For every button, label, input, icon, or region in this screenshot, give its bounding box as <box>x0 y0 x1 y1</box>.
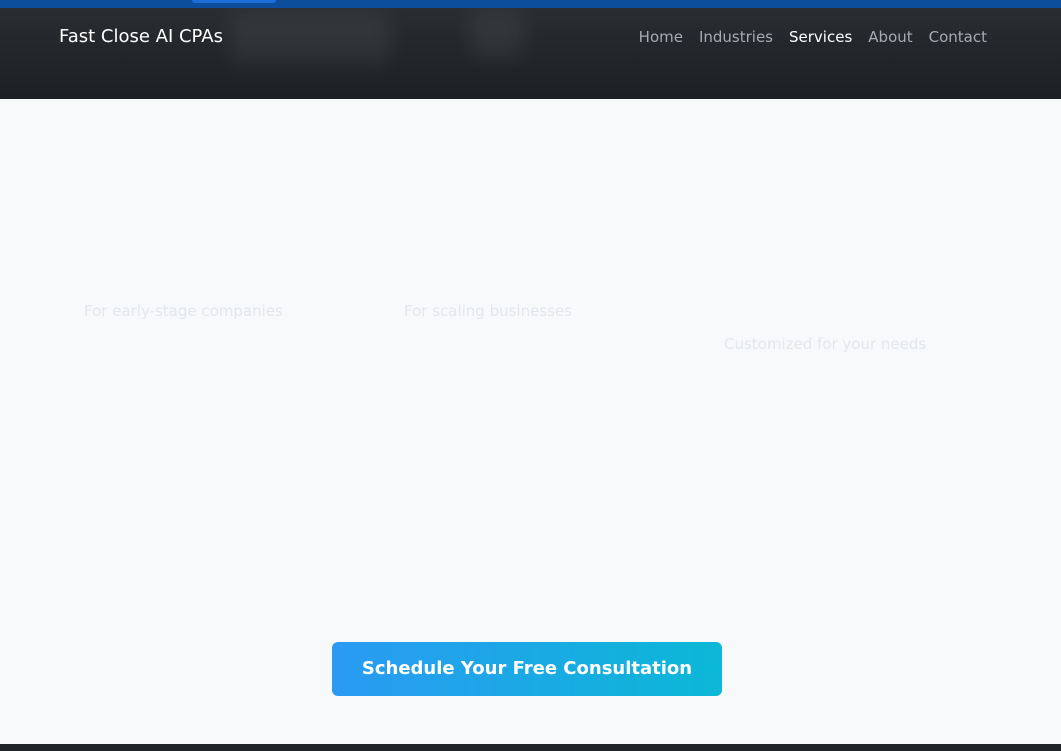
brand-link[interactable]: Fast Close AI CPAs <box>59 25 223 49</box>
nav-about[interactable]: About <box>868 26 912 48</box>
schedule-consultation-button[interactable]: Schedule Your Free Consultation <box>332 642 722 696</box>
pricing-section: For early-stage companies For scaling bu… <box>0 99 1061 744</box>
active-tab-indicator <box>192 0 276 3</box>
navbar-blurred-backdrop <box>470 10 524 58</box>
plan-subtitle-starter: For early-stage companies <box>84 302 283 320</box>
footer <box>0 744 1061 751</box>
browser-top-strip <box>0 0 1061 8</box>
navbar: Fast Close AI CPAs Home Industries Servi… <box>0 8 1061 99</box>
nav-services[interactable]: Services <box>789 26 852 48</box>
nav-industries[interactable]: Industries <box>699 26 773 48</box>
plan-subtitle-growth: For scaling businesses <box>404 302 573 320</box>
nav-menu: Home Industries Services About Contact <box>639 26 987 48</box>
nav-home[interactable]: Home <box>639 26 683 48</box>
navbar-blurred-backdrop <box>230 12 390 64</box>
plan-subtitle-enterprise: Customized for your needs <box>724 335 927 353</box>
nav-contact[interactable]: Contact <box>929 26 987 48</box>
